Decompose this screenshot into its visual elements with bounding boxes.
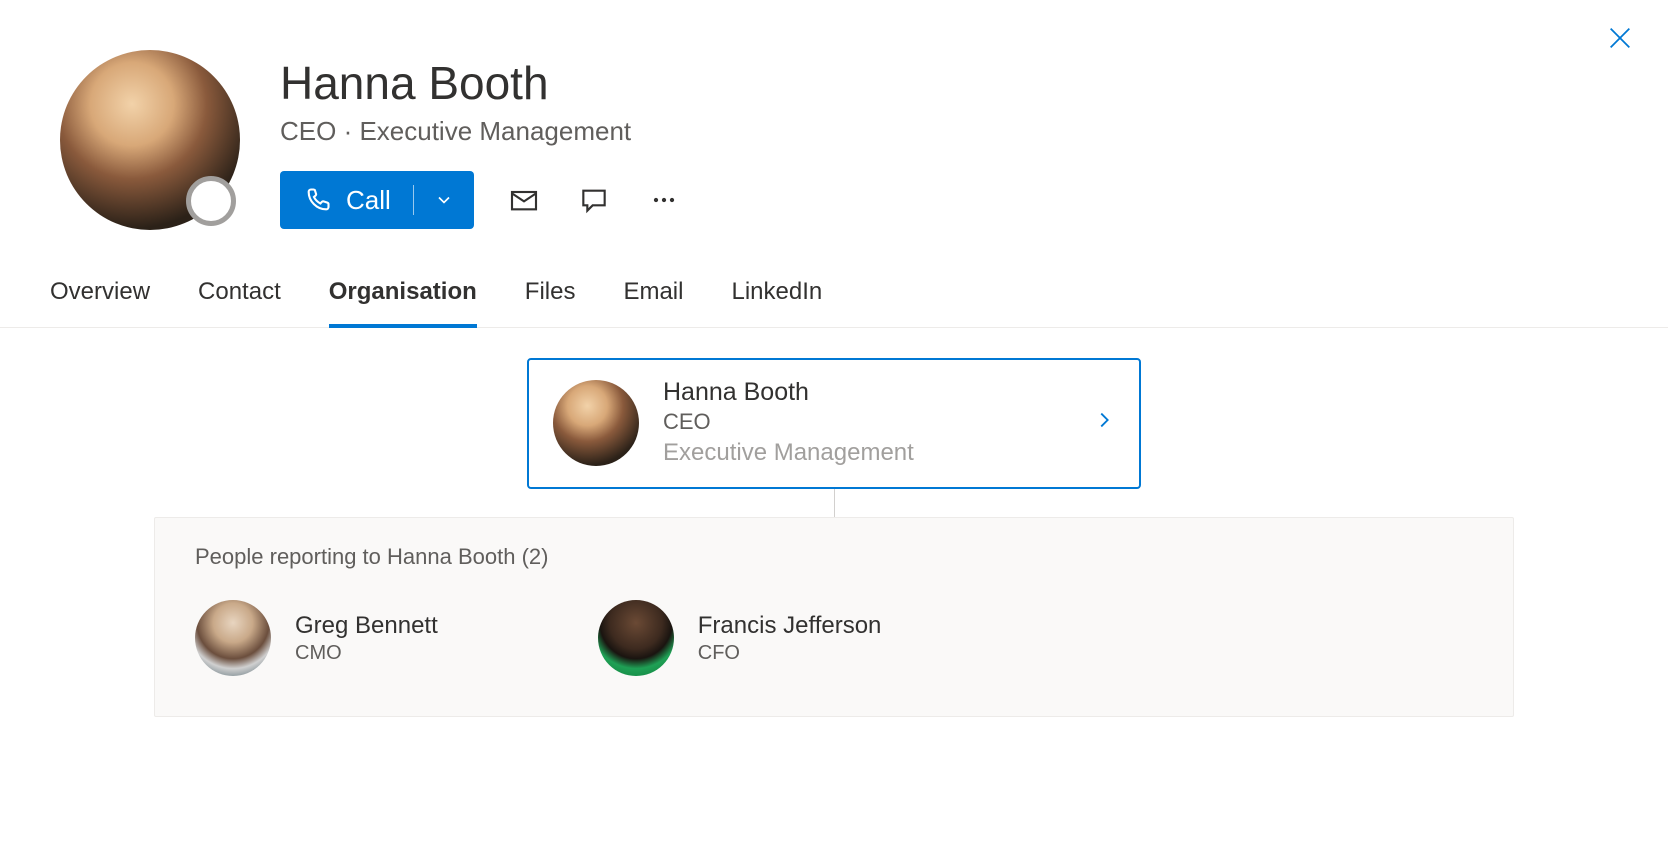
tab-bar: Overview Contact Organisation Files Emai… bbox=[0, 230, 1668, 328]
org-card-department: Executive Management bbox=[663, 439, 1069, 467]
avatar bbox=[598, 600, 674, 676]
report-text: Greg Bennett CMO bbox=[295, 612, 438, 665]
report-title: CFO bbox=[698, 642, 882, 665]
action-bar: Call bbox=[280, 171, 684, 229]
email-button[interactable] bbox=[504, 180, 544, 220]
report-name: Greg Bennett bbox=[295, 612, 438, 640]
call-split-button[interactable]: Call bbox=[280, 171, 474, 229]
report-person[interactable]: Greg Bennett CMO bbox=[195, 600, 438, 676]
tab-email[interactable]: Email bbox=[623, 278, 683, 328]
avatar bbox=[553, 380, 639, 466]
presence-indicator bbox=[186, 176, 236, 226]
close-button[interactable] bbox=[1602, 20, 1638, 56]
call-label: Call bbox=[346, 185, 391, 216]
expand-card[interactable] bbox=[1093, 409, 1115, 436]
chevron-down-icon bbox=[434, 190, 454, 210]
tab-linkedin[interactable]: LinkedIn bbox=[731, 278, 822, 328]
org-card-title: CEO bbox=[663, 409, 1069, 435]
report-title: CMO bbox=[295, 642, 438, 665]
close-icon bbox=[1606, 24, 1634, 52]
call-button[interactable]: Call bbox=[280, 171, 413, 229]
tab-organisation[interactable]: Organisation bbox=[329, 278, 477, 328]
reports-heading: People reporting to Hanna Booth (2) bbox=[195, 544, 1473, 570]
phone-icon bbox=[304, 186, 332, 214]
tab-files[interactable]: Files bbox=[525, 278, 576, 328]
profile-header: Hanna Booth CEO · Executive Management C… bbox=[0, 0, 1668, 230]
org-card-name: Hanna Booth bbox=[663, 378, 1069, 407]
more-icon bbox=[648, 184, 680, 216]
person-subtitle: CEO · Executive Management bbox=[280, 116, 684, 147]
more-button[interactable] bbox=[644, 180, 684, 220]
avatar-container bbox=[60, 50, 240, 230]
report-text: Francis Jefferson CFO bbox=[698, 612, 882, 665]
chevron-right-icon bbox=[1093, 409, 1115, 431]
report-name: Francis Jefferson bbox=[698, 612, 882, 640]
organisation-panel: Hanna Booth CEO Executive Management Peo… bbox=[0, 328, 1668, 757]
org-connector bbox=[834, 489, 835, 517]
chat-icon bbox=[578, 184, 610, 216]
mail-icon bbox=[508, 184, 540, 216]
header-info: Hanna Booth CEO · Executive Management C… bbox=[280, 50, 684, 229]
org-self-card[interactable]: Hanna Booth CEO Executive Management bbox=[527, 358, 1141, 489]
chat-button[interactable] bbox=[574, 180, 614, 220]
report-person[interactable]: Francis Jefferson CFO bbox=[598, 600, 882, 676]
tab-overview[interactable]: Overview bbox=[50, 278, 150, 328]
tab-contact[interactable]: Contact bbox=[198, 278, 281, 328]
org-card-text: Hanna Booth CEO Executive Management bbox=[663, 378, 1069, 467]
call-dropdown[interactable] bbox=[414, 171, 474, 229]
reports-list: Greg Bennett CMO Francis Jefferson CFO bbox=[195, 600, 1473, 676]
person-name: Hanna Booth bbox=[280, 56, 684, 110]
avatar bbox=[195, 600, 271, 676]
reports-section: People reporting to Hanna Booth (2) Greg… bbox=[154, 517, 1514, 717]
